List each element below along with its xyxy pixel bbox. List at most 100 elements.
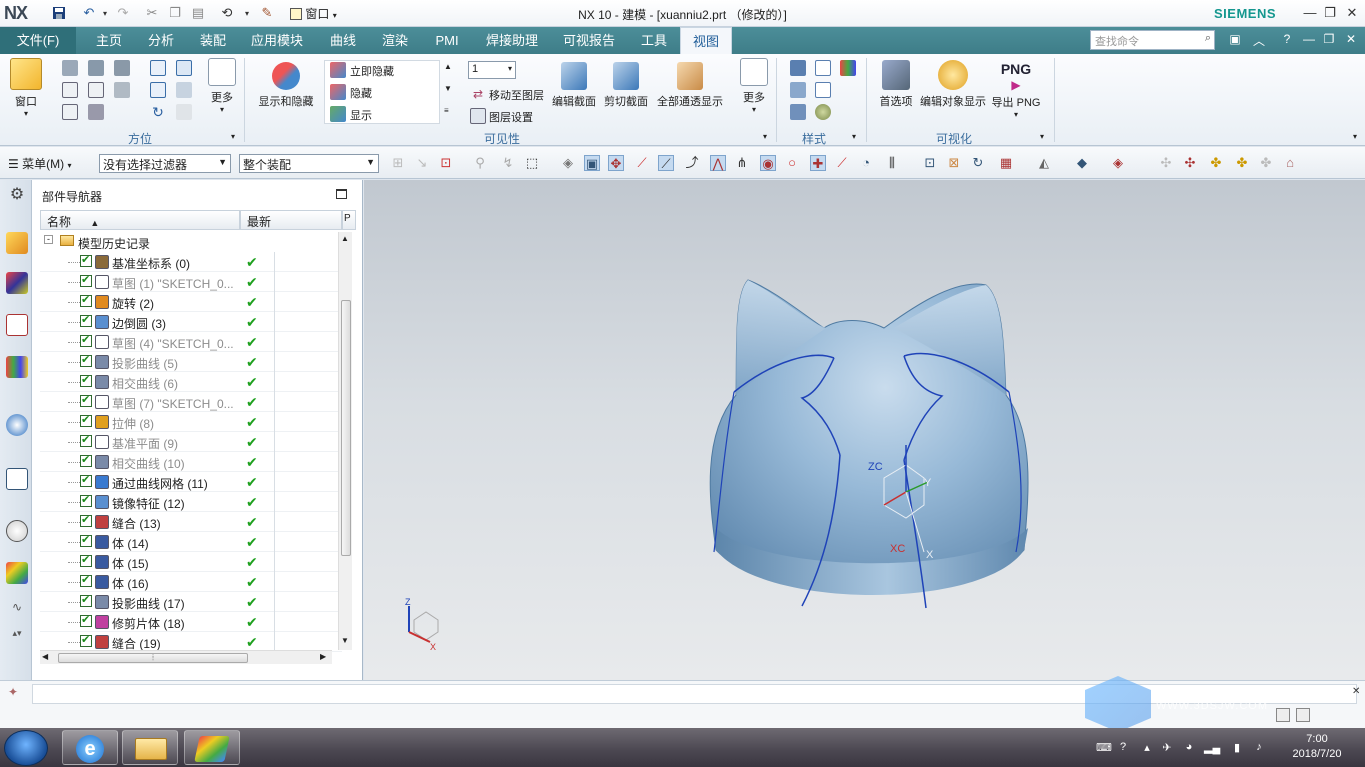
scroll-right-icon[interactable]: ▶ (320, 652, 326, 661)
tab-home[interactable]: 主页 (86, 27, 132, 54)
navigator-horizontal-scrollbar[interactable]: ◀ ⦙ ▶ (40, 650, 332, 664)
more-visibility-button[interactable]: 更多 ▾ (736, 58, 772, 114)
menu-button[interactable]: ☰ 菜单(M) ▾ (8, 155, 71, 172)
arc-select-icon[interactable]: ⤴ (684, 155, 700, 171)
new-component-icon[interactable]: ✤ (1234, 155, 1250, 171)
maximize-icon[interactable] (336, 189, 347, 199)
graphics-viewport[interactable]: ZC Y XC X Z X (364, 180, 1365, 680)
scroll-resource-icon[interactable]: ▴▾ (6, 628, 28, 650)
tray-network-icon[interactable]: ✈ (1160, 741, 1174, 755)
visibility-checkbox[interactable] (80, 373, 92, 387)
tab-file[interactable]: 文件(F) (0, 27, 76, 54)
scroll-up-icon[interactable]: ▲ (444, 62, 452, 71)
tab-curve[interactable]: 曲线 (320, 27, 366, 54)
selection-filter-select[interactable]: 没有选择过滤器 ▼ (99, 154, 231, 173)
replace-component-icon[interactable]: ✤ (1258, 155, 1274, 171)
help-icon[interactable]: ? (1278, 32, 1296, 50)
restore-icon[interactable]: ❐ (1320, 5, 1340, 21)
all-transparent-button[interactable]: 全部通透显示 (654, 62, 726, 109)
move-to-layer-label[interactable]: 移动至图层 (489, 87, 544, 103)
start-button[interactable] (4, 730, 48, 766)
midpoint-snap-icon[interactable]: ⋔ (734, 155, 750, 171)
doc-restore-icon[interactable]: ❐ (1320, 32, 1338, 50)
visibility-checkbox[interactable] (80, 553, 92, 567)
snap-icon[interactable]: ⊡ (438, 155, 454, 171)
tree-row[interactable]: 相交曲线 (10) ✔ (40, 452, 342, 472)
edit-object-display-button[interactable]: 编辑对象显示 (918, 60, 988, 109)
tree-row[interactable]: 边倒圆 (3) ✔ (40, 312, 342, 332)
zoom-window-icon[interactable] (176, 60, 192, 76)
view-front-icon[interactable] (88, 60, 104, 76)
minimize-icon[interactable]: — (1300, 5, 1320, 20)
window-button[interactable]: 窗口 ▾ (6, 58, 46, 118)
history-clock-icon[interactable] (6, 520, 28, 542)
collapse-icon[interactable]: - (44, 235, 53, 244)
tab-tools[interactable]: 工具 (631, 27, 677, 54)
scroll-down-icon[interactable]: ▼ (444, 84, 452, 93)
render-style-icon[interactable]: ◭ (1036, 155, 1052, 171)
wireframe-dim-icon[interactable] (815, 82, 831, 98)
quadrant-snap-icon[interactable]: ○ (784, 155, 800, 171)
rotate-view-icon[interactable]: ↻ (970, 155, 986, 171)
palette-icon[interactable] (6, 562, 28, 584)
reuse-library-icon[interactable] (6, 356, 28, 378)
tab-weld-assistant[interactable]: 焊接助理 (476, 27, 548, 54)
pan-icon[interactable] (176, 82, 192, 98)
tree-row[interactable]: 缝合 (13) ✔ (40, 512, 342, 532)
tab-analysis[interactable]: 分析 (138, 27, 184, 54)
tree-row[interactable]: 体 (14) ✔ (40, 532, 342, 552)
visibility-checkbox[interactable] (80, 613, 92, 627)
face-analysis-icon[interactable] (815, 104, 831, 120)
restore-small-icon[interactable] (1276, 708, 1290, 722)
taskbar-clock[interactable]: 7:00 2018/7/20 (1282, 732, 1352, 762)
tab-pmi[interactable]: PMI (425, 27, 469, 54)
group-dropdown-icon[interactable]: ▾ (852, 132, 856, 141)
select-dropdown-icon[interactable]: ↯ (500, 155, 516, 171)
horizontal-scroll-thumb[interactable]: ⦙ (58, 653, 248, 663)
group-dropdown-icon[interactable]: ▾ (1040, 132, 1044, 141)
tree-row[interactable]: 通过曲线网格 (11) ✔ (40, 472, 342, 492)
move-component-icon[interactable]: ✣ (1182, 155, 1198, 171)
preferences-button[interactable]: 首选项 (874, 60, 918, 109)
tree-row[interactable]: 旋转 (2) ✔ (40, 292, 342, 312)
tree-row[interactable]: 草图 (1) "SKETCH_0... ✔ (40, 272, 342, 292)
web-browser-icon[interactable] (6, 468, 28, 490)
orient-icon[interactable]: ▦ (998, 155, 1014, 171)
rectangle-select-icon[interactable]: ⬚ (524, 155, 540, 171)
doc-minimize-icon[interactable]: — (1300, 32, 1318, 50)
tray-help-icon[interactable]: ? (1116, 741, 1130, 755)
tab-assembly[interactable]: 装配 (190, 27, 236, 54)
rotate-icon[interactable]: ↻ (150, 104, 166, 120)
center-snap-icon[interactable]: ◉ (760, 155, 776, 171)
collapse-ribbon-icon[interactable]: ︿ (1250, 32, 1268, 50)
select-all-icon[interactable]: ↘ (414, 155, 430, 171)
part-navigator-icon[interactable] (6, 314, 28, 336)
feature-select-icon[interactable]: ✥ (608, 155, 624, 171)
tray-qq-icon[interactable]: ◕ (1182, 741, 1196, 755)
scope-select[interactable]: 整个装配 ▼ (239, 154, 379, 173)
tray-battery-icon[interactable]: ▮ (1230, 741, 1244, 755)
tree-row[interactable]: 缝合 (19)✔ (40, 632, 342, 652)
tree-row[interactable]: 基准坐标系 (0) ✔ (40, 252, 342, 272)
scroll-down-icon[interactable]: ▼ (341, 636, 349, 645)
view-back-icon[interactable] (88, 82, 104, 98)
zoom-area-icon[interactable]: ⊠ (946, 155, 962, 171)
tab-applications[interactable]: 应用模块 (243, 27, 311, 54)
layer-settings-label[interactable]: 图层设置 (489, 109, 533, 125)
face-select-icon[interactable]: ◈ (560, 155, 576, 171)
search-icon[interactable]: ⌕ (1205, 32, 1211, 45)
scroll-up-icon[interactable]: ▲ (341, 234, 349, 243)
taskbar-nx[interactable] (184, 730, 240, 765)
tree-row[interactable]: 基准平面 (9) ✔ (40, 432, 342, 452)
group-dropdown-icon[interactable]: ▾ (231, 132, 235, 141)
tree-row[interactable]: 拉伸 (8) ✔ (40, 412, 342, 432)
line-select-icon[interactable]: ⟋ (658, 155, 674, 171)
tray-show-hidden-icon[interactable]: ▴ (1140, 741, 1154, 755)
ribbon-options-dropdown-icon[interactable]: ▾ (1353, 132, 1357, 141)
visibility-checkbox[interactable] (80, 433, 92, 447)
immediate-hide-label[interactable]: 立即隐藏 (350, 63, 394, 79)
tree-row[interactable]: 相交曲线 (6) ✔ (40, 372, 342, 392)
tree-root-model-history[interactable]: - 模型历史记录 (40, 232, 342, 252)
tray-volume-icon[interactable]: ♪ (1252, 741, 1266, 755)
visibility-checkbox[interactable] (80, 493, 92, 507)
